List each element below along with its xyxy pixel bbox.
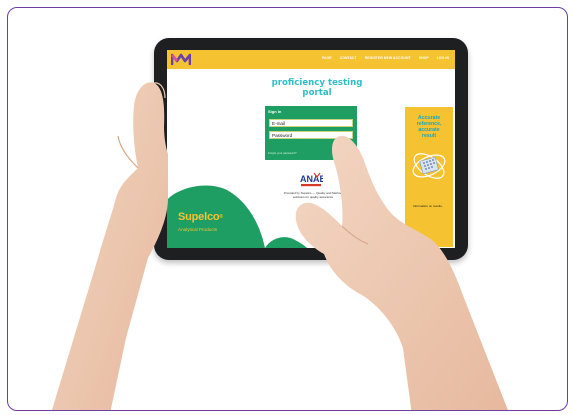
forgot-password-link[interactable]: Forgot your password? [268, 151, 297, 155]
login-button-label: LOG IN [338, 150, 350, 154]
image-frame: PAGE CONTACT REGISTER NEW ACCOUNT SHOP L… [7, 7, 568, 411]
signin-panel: Sign In E-mail Password Forgot your pass… [265, 106, 357, 160]
page-title-line1: proficiency testing [271, 78, 363, 88]
tablet-device: PAGE CONTACT REGISTER NEW ACCOUNT SHOP L… [154, 38, 468, 260]
provided-by-text: Provided by Supelco — Quality and Method… [273, 191, 353, 200]
email-field[interactable]: E-mail [269, 119, 353, 127]
signin-heading: Sign In [268, 109, 282, 114]
sample-plate-icon [412, 153, 446, 179]
promo-panel[interactable]: Accurate reference, accurate result Info… [405, 107, 453, 247]
brand-name: Supelco [178, 211, 220, 223]
supelco-brand: Supelco® [178, 211, 223, 223]
page-title: proficiency testing portal [257, 78, 377, 98]
promo-note: Information on results. [413, 204, 443, 208]
left-hand [51, 82, 168, 410]
password-placeholder: Password [272, 133, 293, 138]
email-placeholder: E-mail [272, 121, 286, 126]
promo-title-line4: result [421, 133, 437, 139]
tablet-screen: PAGE CONTACT REGISTER NEW ACCOUNT SHOP L… [167, 50, 455, 248]
anab-badge-text: ANAB [300, 174, 323, 184]
brand-mark: ® [219, 214, 223, 221]
login-button[interactable]: LOG IN [334, 148, 354, 155]
password-field[interactable]: Password [269, 131, 353, 139]
promo-title: Accurate reference, accurate result [407, 115, 451, 139]
provided-line2: solutions for quality assurance [292, 194, 334, 199]
anab-badge-icon: ANAB [300, 172, 323, 187]
brand-subtitle: Analytical Products [178, 227, 218, 232]
page-title-line2: portal [302, 88, 332, 98]
